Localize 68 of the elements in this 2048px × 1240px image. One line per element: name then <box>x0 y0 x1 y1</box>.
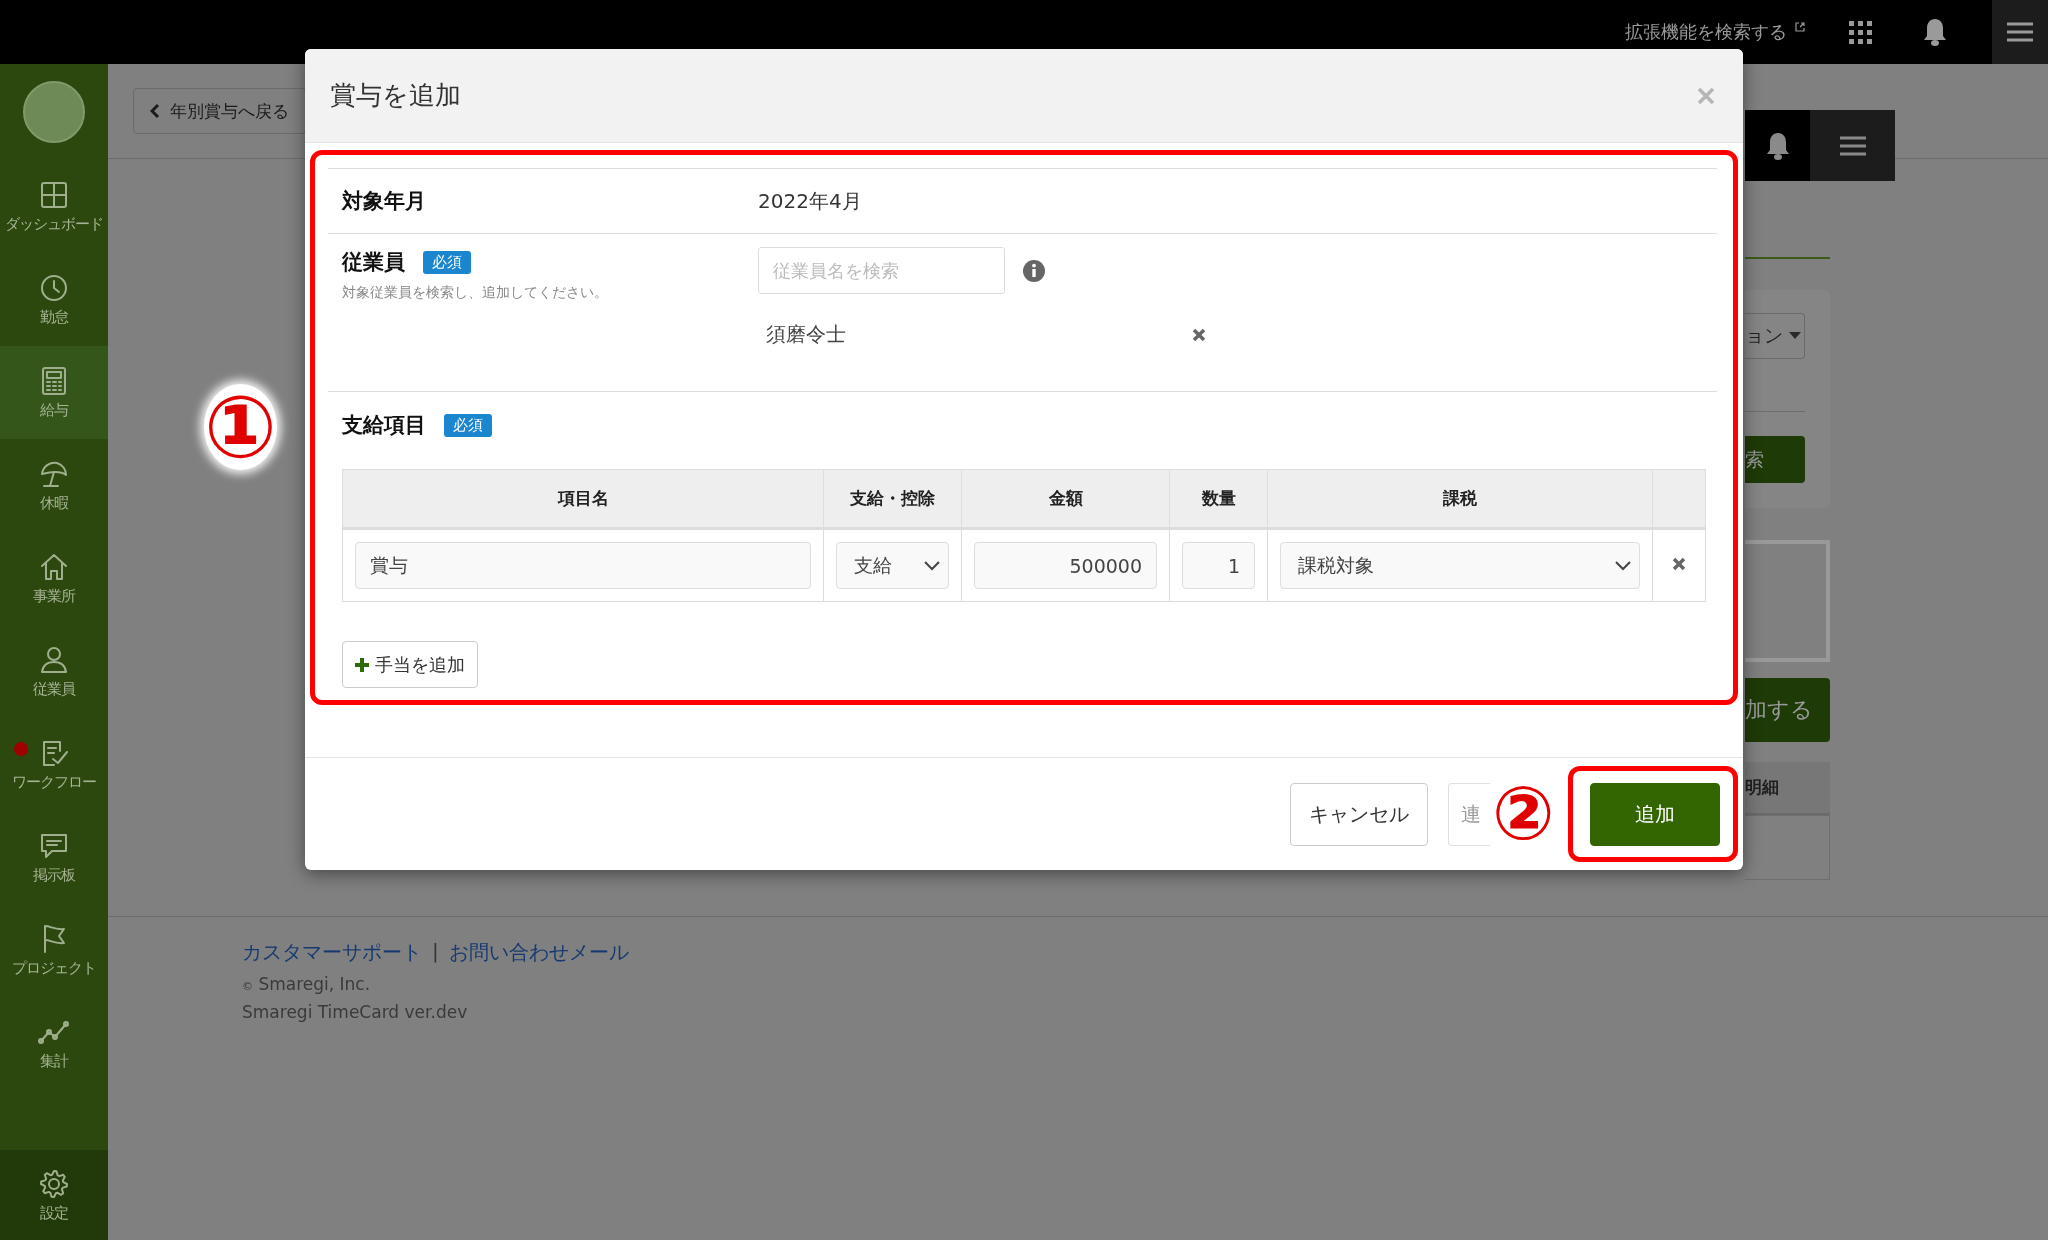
step-marker: ① <box>204 384 277 470</box>
app-grid-icon[interactable] <box>1849 20 1872 44</box>
column-header: 課税 <box>1267 469 1653 529</box>
menu-icon[interactable] <box>2007 22 2033 42</box>
add-allowance-button[interactable]: 手当を追加 <box>342 641 478 688</box>
menu-icon <box>1839 135 1866 156</box>
version-text: Smaregi TimeCard ver.dev <box>242 1002 469 1022</box>
select-dropdown[interactable]: 課税対象 <box>1280 542 1640 589</box>
sidebar-item[interactable]: 給与 <box>0 346 108 439</box>
search-button[interactable]: 索 <box>1745 436 1805 483</box>
bell-icon[interactable] <box>1922 18 1948 46</box>
chevron-down-icon <box>1615 560 1631 571</box>
modal-title: 賞与を追加 <box>330 79 461 112</box>
copyright-text: © Smaregi, Inc. <box>242 974 372 994</box>
column-header: 金額 <box>961 469 1170 529</box>
sidebar-item[interactable]: 従業員 <box>0 625 108 718</box>
text-field[interactable]: 500000 <box>974 542 1157 589</box>
required-badge: 必須 <box>423 250 471 274</box>
info-icon[interactable] <box>1023 259 1045 282</box>
footer-link[interactable]: お問い合わせメール <box>448 939 629 966</box>
clock-icon <box>38 272 70 304</box>
bell-icon <box>1764 131 1791 160</box>
column-header: 項目名 <box>342 469 824 529</box>
help-text: 対象従業員を検索し、追加してください。 <box>342 284 609 302</box>
column-header: 数量 <box>1169 469 1268 529</box>
external-link-icon <box>1795 22 1805 32</box>
field-label: 従業員 <box>342 249 405 276</box>
back-button[interactable]: 年別賞与へ戻る <box>133 88 306 134</box>
chevron-left-icon <box>150 103 160 119</box>
text-field[interactable]: 1 <box>1182 542 1255 589</box>
house-icon <box>38 551 70 583</box>
search-field[interactable]: 従業員名を検索 <box>758 247 1005 294</box>
section-label: 支給項目 <box>342 412 426 439</box>
sidebar-item[interactable]: ワークフロー <box>0 718 108 811</box>
grid-icon <box>38 179 70 211</box>
text-field[interactable]: 賞与 <box>355 542 811 589</box>
sidebar-item[interactable]: 休暇 <box>0 439 108 532</box>
extension-search-link[interactable]: 拡張機能を検索する <box>1625 20 1787 44</box>
dropdown-button[interactable]: ョン <box>1745 313 1805 359</box>
employee-name: 須磨令士 <box>766 321 846 348</box>
chevron-down-icon <box>924 560 940 571</box>
sidebar-item[interactable]: 勤怠 <box>0 253 108 346</box>
sidebar-item[interactable]: ダッシュボード <box>0 160 108 253</box>
sidebar-item[interactable]: 集計 <box>0 997 108 1090</box>
separator: | <box>432 939 439 965</box>
dialog-button[interactable]: 追加 <box>1590 782 1720 846</box>
dialog-button[interactable]: キャンセル <box>1290 782 1428 846</box>
menu-button[interactable] <box>1992 0 2048 64</box>
column-header: 支給・控除 <box>823 469 962 529</box>
remove-icon[interactable] <box>1672 557 1686 571</box>
field-value: 2022年4月 <box>758 187 862 215</box>
field-label: 対象年月 <box>342 188 427 215</box>
plus-icon <box>355 657 369 672</box>
caret-icon <box>1789 332 1801 340</box>
table-header-cell: 明細 <box>1745 762 1830 815</box>
sidebar-item[interactable]: 掲示板 <box>0 811 108 904</box>
menu-button[interactable] <box>1810 110 1895 181</box>
required-badge: 必須 <box>444 413 492 437</box>
person-icon <box>38 644 70 676</box>
footer-link[interactable]: カスタマーサポート <box>242 939 422 966</box>
sidebar-item[interactable]: プロジェクト <box>0 904 108 997</box>
add-button[interactable]: 加する <box>1745 678 1830 742</box>
notification-button[interactable] <box>1745 110 1810 181</box>
select-dropdown[interactable]: 支給 <box>836 542 949 589</box>
settings-item[interactable]: 設定 <box>0 1150 108 1240</box>
settings-icon <box>38 1167 70 1200</box>
sidebar-item[interactable]: 事業所 <box>0 532 108 625</box>
remove-icon[interactable] <box>1192 327 1206 342</box>
